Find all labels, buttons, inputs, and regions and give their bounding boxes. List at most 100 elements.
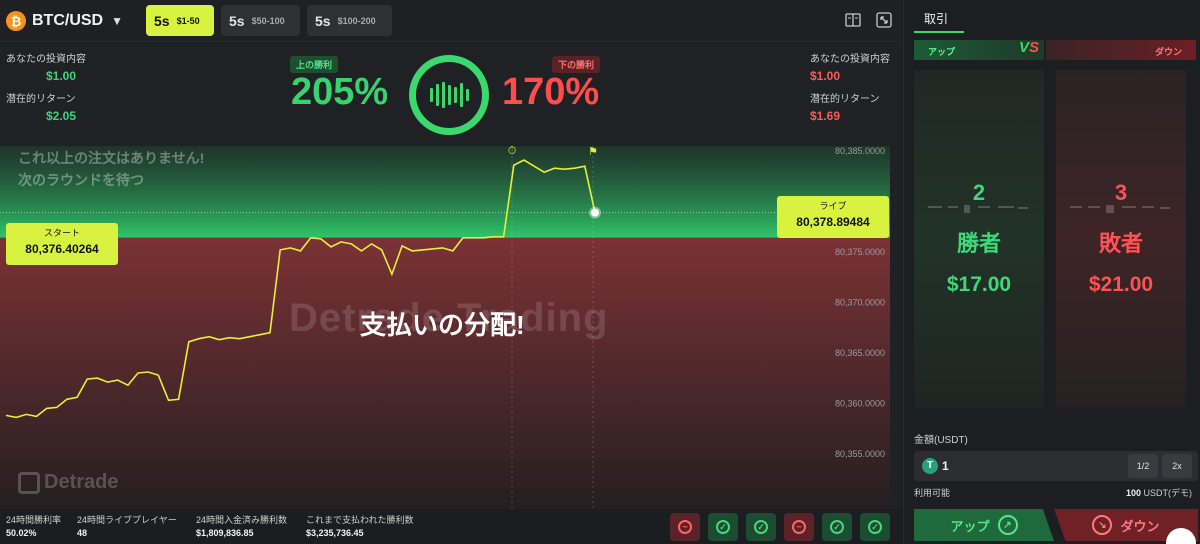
live-players-label: 24時間ライブプレイヤー [77, 515, 177, 525]
versus-icon: VS [1019, 39, 1039, 56]
trend-icon: ~ [678, 520, 692, 534]
return-label-down: 潜在的リターン [810, 94, 880, 105]
check-icon: ✓ [868, 520, 882, 534]
trend-down-icon: ↘ [1092, 515, 1113, 535]
chart-area: 80,385.000080,380.000080,375.000080,370.… [0, 43, 902, 509]
timeframe-range: $1-50 [176, 15, 200, 26]
logo-mark-icon [18, 471, 40, 494]
y-tick-label: 80,370.0000 [835, 297, 885, 307]
live-price-dot [589, 206, 601, 219]
finish-flag-icon: ⚑ [588, 146, 598, 158]
winners-column: 2 勝者 $17.00 [914, 70, 1044, 408]
timeframe-seconds: 5s [154, 12, 170, 29]
winners-amount: $17.00 [946, 273, 1012, 296]
half-amount-button[interactable]: 1/2 [1128, 454, 1158, 478]
losers-label: 敗者 [1098, 231, 1143, 256]
timeframe-range: $100-200 [337, 15, 376, 26]
expand-icon[interactable] [876, 12, 892, 28]
win-rate-label: 24時間勝利率 [6, 515, 62, 525]
right-stats: あなたの投資内容 $1.00 潜在的リターン $1.69 [810, 53, 890, 133]
return-value-down: $1.69 [810, 109, 841, 123]
logo-text: Detrade [44, 471, 119, 493]
history-chip-up: ✓ [746, 513, 776, 541]
paid-wins-stat: これまで支払われた勝利数 $3,235,736.45 [306, 514, 414, 540]
tab-trade[interactable]: 取引 [914, 0, 964, 33]
losers-count: 3 [1114, 180, 1128, 205]
double-amount-button[interactable]: 2x [1162, 454, 1192, 478]
live-price-value: 80,378.89484 [796, 215, 870, 229]
live-players-stat: 24時間ライブプレイヤー 48 [77, 514, 177, 540]
amount-label: 金額(USDT) [914, 435, 968, 446]
footer-stats: 24時間勝利率 50.02% 24時間ライブプレイヤー 48 24時間入金済み勝… [0, 509, 902, 544]
chevron-down-icon: ▼ [111, 14, 123, 28]
up-button[interactable]: アップ ↗ [914, 509, 1054, 541]
history-chip-down: ~ [670, 513, 700, 541]
timeframe-range: $50-100 [251, 15, 285, 26]
start-price-value: 80,376.40264 [25, 242, 99, 256]
y-tick-label: 80,355.0000 [835, 449, 885, 459]
check-icon: ✓ [830, 520, 844, 534]
versus-bar: アップ ダウン VS [914, 39, 1196, 60]
versus-v: V [1019, 39, 1030, 56]
up-button-label: アップ [950, 518, 990, 534]
available-balance: 100 USDT(デモ) [1126, 486, 1192, 499]
start-price-label: スタート [43, 228, 80, 238]
amount-field: T 1/2 2x [914, 451, 1198, 481]
detrade-logo: Detrade [18, 471, 118, 494]
timeframe-tab-3[interactable]: 5s $100-200 [307, 5, 392, 36]
invest-value-down: $1.00 [810, 69, 841, 83]
left-stats: あなたの投資内容 $1.00 潜在的リターン $2.05 [6, 53, 86, 133]
live-players-value: 48 [77, 528, 88, 538]
history-chip-down: ~ [784, 513, 814, 541]
down-zone [0, 237, 890, 509]
check-icon: ✓ [716, 520, 730, 534]
bitcoin-icon: ₿ [6, 11, 26, 31]
return-label-up: 潜在的リターン [6, 94, 76, 105]
trading-app: ₿ BTC/USD ▼ 5s $1-50 5s $50-100 5s $100-… [0, 0, 1200, 544]
deposited-wins-value: $1,809,836.85 [196, 528, 254, 538]
y-tick-label: 80,360.0000 [835, 398, 885, 408]
versus-s: S [1029, 39, 1040, 56]
trend-icon: ~ [792, 520, 806, 534]
paid-wins-label: これまで支払われた勝利数 [306, 515, 414, 525]
pair-label: BTC/USD [32, 12, 104, 29]
book-icon[interactable] [845, 12, 861, 28]
down-button-label: ダウン [1120, 518, 1160, 534]
available-label: 利用可能 [914, 488, 951, 498]
history-chip-up: ✓ [860, 513, 890, 541]
pair-selector[interactable]: ₿ BTC/USD ▼ [6, 9, 123, 33]
win-rate-stat: 24時間勝利率 50.02% [6, 514, 61, 540]
win-rate-value: 50.02% [6, 528, 37, 538]
payout-message: 支払いの分配! [360, 310, 525, 340]
invest-label-up: あなたの投資内容 [6, 54, 86, 65]
no-more-orders-notice: これ以上の注文はありません! 次のラウンドを待つ [18, 147, 204, 191]
round-timer-ring [409, 55, 489, 135]
deposited-wins-stat: 24時間入金済み勝利数 $1,809,836.85 [196, 514, 287, 540]
y-tick-label: 80,365.0000 [835, 348, 885, 358]
deposited-wins-label: 24時間入金済み勝利数 [196, 515, 288, 525]
versus-down-label: ダウン [1046, 40, 1196, 60]
top-bar: ₿ BTC/USD ▼ 5s $1-50 5s $50-100 5s $100-… [0, 0, 902, 42]
y-tick-label: 80,385.0000 [835, 146, 885, 156]
history-chip-up: ✓ [708, 513, 738, 541]
history-chip-up: ✓ [822, 513, 852, 541]
no-more-orders-line: これ以上の注文はありません! [18, 150, 205, 166]
paid-wins-value: $3,235,736.45 [306, 528, 364, 538]
up-win-percent: 205% [291, 71, 389, 113]
live-price-tag: ライブ 80,378.89484 [777, 196, 889, 238]
wait-next-round-line: 次のラウンドを待つ [18, 172, 144, 188]
invest-label-down: あなたの投資内容 [810, 54, 890, 65]
check-icon: ✓ [754, 520, 768, 534]
timeframe-tab-2[interactable]: 5s $50-100 [221, 5, 300, 36]
invest-value-up: $1.00 [46, 69, 77, 83]
live-price-label: ライブ [819, 201, 847, 211]
losers-column: 3 敗者 $21.00 [1056, 70, 1186, 408]
amount-input[interactable] [942, 457, 1122, 475]
available-amount: 100 [1125, 488, 1141, 498]
timeframe-tab-1[interactable]: 5s $1-50 [146, 5, 214, 36]
y-tick-label: 80,375.0000 [835, 247, 885, 257]
tether-icon: T [922, 458, 938, 474]
trend-up-icon: ↗ [997, 515, 1018, 535]
losers-amount: $21.00 [1088, 273, 1154, 296]
return-value-up: $2.05 [46, 109, 77, 123]
